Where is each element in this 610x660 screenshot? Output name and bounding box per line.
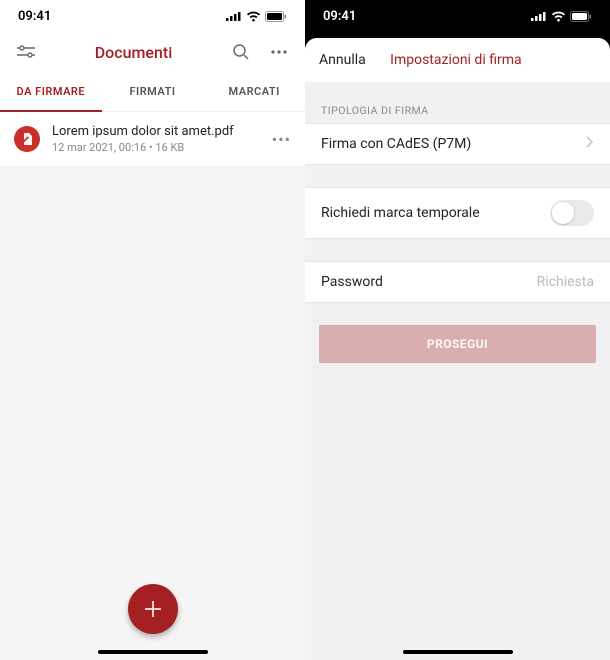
document-more-button[interactable]: •••	[272, 130, 291, 149]
plus-icon	[142, 598, 164, 620]
status-icons	[531, 11, 592, 22]
proceed-button[interactable]: PROSEGUI	[319, 325, 596, 363]
cellular-icon	[226, 11, 242, 21]
sheet-header: Annulla Impostazioni di firma	[305, 38, 610, 82]
tab-to-sign[interactable]: DA FIRMARE	[0, 72, 102, 111]
more-button[interactable]	[267, 40, 291, 64]
wifi-icon	[551, 11, 566, 22]
timestamp-toggle[interactable]	[550, 200, 594, 226]
status-icons	[226, 11, 287, 22]
section-header-signature-type: TIPOLOGIA DI FIRMA	[305, 82, 610, 123]
document-text: Lorem ipsum dolor sit amet.pdf 12 mar 20…	[52, 124, 260, 154]
add-button[interactable]	[128, 584, 178, 634]
tab-signed[interactable]: FIRMATI	[102, 72, 204, 111]
timestamp-label: Richiedi marca temporale	[321, 205, 550, 221]
signature-type-row[interactable]: Firma con CAdES (P7M)	[305, 123, 610, 165]
password-row[interactable]: Password Richiesta	[305, 261, 610, 303]
tabs: DA FIRMARE FIRMATI MARCATI	[0, 72, 305, 112]
home-indicator	[403, 650, 513, 654]
battery-icon	[570, 11, 592, 22]
documents-screen: 09:41 Documenti DA FIRMARE FIRMATI MARCA…	[0, 0, 305, 660]
home-indicator	[98, 650, 208, 654]
sheet-title: Impostazioni di firma	[316, 52, 596, 68]
sliders-icon	[17, 45, 35, 59]
timestamp-row: Richiedi marca temporale	[305, 187, 610, 239]
pdf-icon	[14, 126, 40, 152]
filter-button[interactable]	[14, 40, 38, 64]
document-meta: 12 mar 2021, 00:16 • 16 KB	[52, 141, 260, 154]
top-bar: Documenti	[0, 32, 305, 72]
search-icon	[232, 43, 250, 61]
search-button[interactable]	[229, 40, 253, 64]
status-time: 09:41	[18, 9, 51, 24]
signature-type-label: Firma con CAdES (P7M)	[321, 136, 580, 152]
more-horizontal-icon	[271, 50, 287, 54]
chevron-right-icon	[586, 136, 594, 152]
tab-marked[interactable]: MARCATI	[203, 72, 305, 111]
settings-sheet: Annulla Impostazioni di firma TIPOLOGIA …	[305, 38, 610, 660]
status-bar: 09:41	[0, 0, 305, 32]
cellular-icon	[531, 11, 547, 21]
wifi-icon	[246, 11, 261, 22]
page-title: Documenti	[52, 43, 215, 62]
password-label: Password	[321, 274, 537, 290]
battery-icon	[265, 11, 287, 22]
password-placeholder: Richiesta	[537, 274, 594, 290]
document-row[interactable]: Lorem ipsum dolor sit amet.pdf 12 mar 20…	[0, 112, 305, 166]
status-time: 09:41	[323, 9, 356, 24]
status-bar: 09:41	[305, 0, 610, 32]
signature-settings-screen: 09:41 Annulla Impostazioni di firma TIPO…	[305, 0, 610, 660]
document-name: Lorem ipsum dolor sit amet.pdf	[52, 124, 260, 139]
